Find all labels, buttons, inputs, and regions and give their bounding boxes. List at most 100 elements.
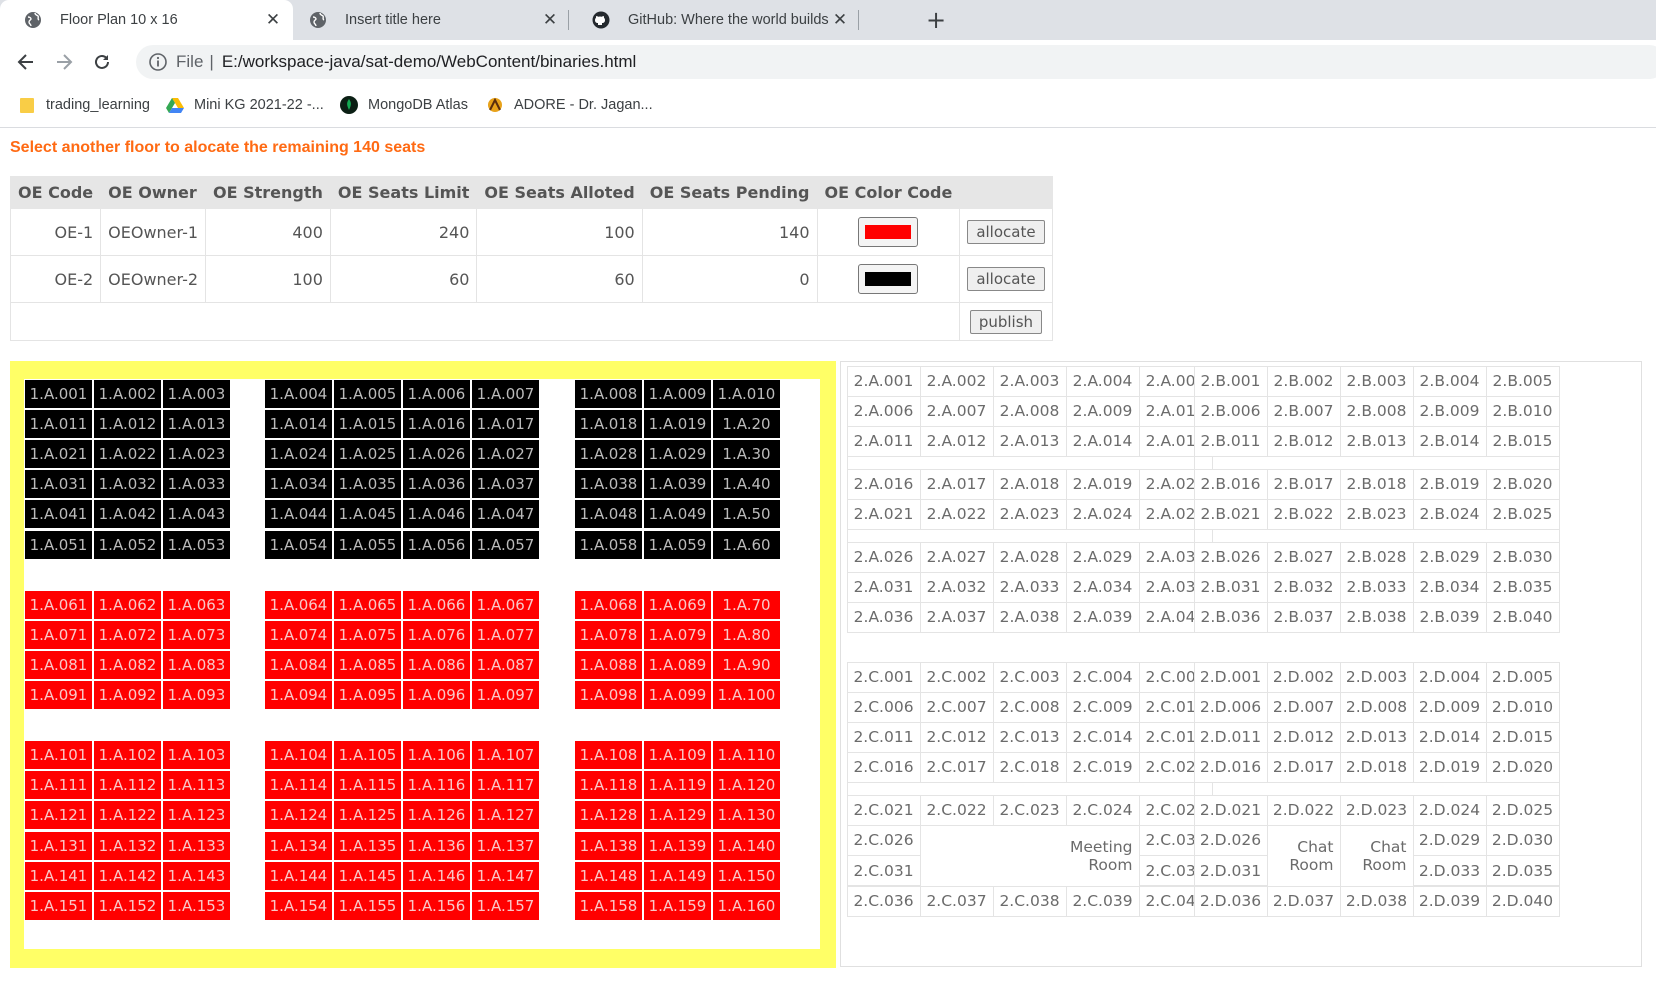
seat[interactable]: 1.A.134 [264, 830, 333, 861]
seat[interactable]: 2.D.012 [1266, 721, 1341, 753]
seat[interactable]: 2.C.019 [1065, 751, 1140, 783]
seat[interactable]: 1.A.103 [162, 740, 231, 771]
seat[interactable]: 2.B.016 [1193, 468, 1268, 500]
seat[interactable]: 1.A.017 [471, 409, 540, 440]
seat[interactable]: 1.A.153 [162, 890, 231, 921]
seat[interactable]: 1.A.125 [333, 800, 402, 831]
seat[interactable]: 2.C.012 [919, 721, 994, 753]
seat[interactable]: 1.A.009 [643, 379, 712, 409]
seat[interactable]: 2.A.034 [1065, 571, 1140, 603]
seat[interactable]: 2.D.022 [1266, 794, 1341, 826]
close-tab-icon[interactable]: ✕ [830, 10, 850, 30]
seat[interactable]: 1.A.046 [402, 499, 471, 530]
tab-floor-plan[interactable]: Floor Plan 10 x 16 ✕ [0, 0, 293, 40]
seat[interactable]: 1.A.025 [333, 439, 402, 470]
seat[interactable]: 1.A.073 [162, 619, 231, 650]
seat[interactable]: 1.A.086 [402, 649, 471, 680]
seat[interactable]: 1.A.071 [24, 619, 93, 650]
seat[interactable]: 1.A.105 [333, 740, 402, 771]
tab-github[interactable]: GitHub: Where the world builds s ✕ [568, 0, 860, 40]
seat[interactable]: 1.A.137 [471, 830, 540, 861]
close-tab-icon[interactable]: ✕ [540, 10, 560, 30]
seat[interactable]: 1.A.053 [162, 529, 231, 560]
seat[interactable]: 1.A.045 [333, 499, 402, 530]
seat[interactable]: 1.A.066 [402, 589, 471, 620]
seat[interactable]: 1.A.144 [264, 860, 333, 891]
seat[interactable]: 1.A.061 [24, 589, 93, 620]
seat[interactable]: 1.A.087 [471, 649, 540, 680]
seat[interactable]: 2.C.039 [1065, 885, 1140, 917]
chat-room[interactable]: Chat Room [1266, 824, 1341, 887]
seat[interactable]: 2.B.037 [1266, 601, 1341, 633]
seat[interactable]: 1.A.006 [402, 379, 471, 409]
seat[interactable]: 2.C.014 [1065, 721, 1140, 753]
seat[interactable]: 1.A.157 [471, 890, 540, 921]
seat[interactable]: 2.A.006 [846, 395, 921, 427]
seat[interactable]: 1.A.111 [24, 770, 93, 801]
seat[interactable]: 2.C.007 [919, 691, 994, 723]
seat[interactable]: 1.A.082 [93, 649, 162, 680]
bookmark-mini-kg[interactable]: Mini KG 2021-22 -... [166, 94, 324, 116]
floor-2-plan[interactable]: 2.A.001 2.A.002 2.A.003 2.A.004 2.A.005 2.A.0… [840, 361, 1642, 967]
seat[interactable]: 2.A.018 [992, 468, 1067, 500]
seat[interactable]: 1.A.085 [333, 649, 402, 680]
seat[interactable]: 1.A.100 [712, 680, 781, 710]
seat[interactable]: 1.A.096 [402, 680, 471, 710]
seat[interactable]: 2.A.033 [992, 571, 1067, 603]
seat[interactable]: 1.A.122 [93, 800, 162, 831]
seat[interactable]: 2.C.036 [846, 885, 921, 917]
seat[interactable]: 2.A.026 [846, 541, 921, 573]
seat[interactable]: 1.A.081 [24, 649, 93, 680]
bookmark-mongodb[interactable]: MongoDB Atlas [340, 94, 468, 116]
seat[interactable]: 1.A.115 [333, 770, 402, 801]
seat[interactable]: 1.A.116 [402, 770, 471, 801]
seat[interactable]: 2.A.028 [992, 541, 1067, 573]
seat[interactable]: 1.A.027 [471, 439, 540, 470]
seat[interactable]: 1.A.036 [402, 469, 471, 500]
seat[interactable]: 1.A.041 [24, 499, 93, 530]
seat[interactable]: 1.A.002 [93, 379, 162, 409]
seat[interactable]: 1.A.098 [574, 680, 643, 710]
publish-button[interactable]: publish [969, 309, 1043, 334]
seat[interactable]: 2.A.011 [846, 425, 921, 457]
seat[interactable]: 2.A.027 [919, 541, 994, 573]
seat[interactable]: 2.B.003 [1339, 365, 1414, 397]
seat[interactable]: 2.C.001 [846, 661, 921, 693]
seat[interactable]: 2.B.001 [1193, 365, 1268, 397]
seat[interactable]: 1.A.067 [471, 589, 540, 620]
seat[interactable]: 1.A.160 [712, 890, 781, 921]
seat[interactable]: 1.A.151 [24, 890, 93, 921]
seat[interactable]: 1.A.126 [402, 800, 471, 831]
seat[interactable]: 2.A.036 [846, 601, 921, 633]
seat[interactable]: 2.A.021 [846, 498, 921, 530]
seat[interactable]: 1.A.089 [643, 649, 712, 680]
seat[interactable]: 1.A.127 [471, 800, 540, 831]
seat[interactable]: 2.D.013 [1339, 721, 1414, 753]
seat[interactable]: 1.A.139 [643, 830, 712, 861]
seat[interactable]: 2.B.011 [1193, 425, 1268, 457]
seat[interactable]: 1.A.101 [24, 740, 93, 771]
seat[interactable]: 1.A.010 [712, 379, 781, 409]
seat[interactable]: 1.A.033 [162, 469, 231, 500]
bookmark-trading-learning[interactable]: trading_learning [18, 94, 150, 116]
seat[interactable]: 1.A.007 [471, 379, 540, 409]
seat[interactable]: 2.B.039 [1412, 601, 1487, 633]
seat[interactable]: 1.A.059 [643, 529, 712, 560]
seat[interactable]: 2.C.023 [992, 794, 1067, 826]
seat[interactable]: 2.B.040 [1485, 601, 1560, 633]
color-picker[interactable] [858, 217, 919, 247]
seat[interactable]: 1.A.077 [471, 619, 540, 650]
seat[interactable]: 1.A.012 [93, 409, 162, 440]
seat[interactable]: 2.B.019 [1412, 468, 1487, 500]
seat[interactable]: 1.A.112 [93, 770, 162, 801]
seat[interactable]: 1.A.093 [162, 680, 231, 710]
seat[interactable]: 2.B.005 [1485, 365, 1560, 397]
seat[interactable]: 2.B.024 [1412, 498, 1487, 530]
seat[interactable]: 1.A.140 [712, 830, 781, 861]
seat[interactable]: 1.A.022 [93, 439, 162, 470]
seat[interactable]: 1.A.118 [574, 770, 643, 801]
seat[interactable]: 1.A.062 [93, 589, 162, 620]
seat[interactable]: 2.A.037 [919, 601, 994, 633]
seat[interactable]: 1.A.092 [93, 680, 162, 710]
floor-1-plan[interactable]: 1.A.001 1.A.002 1.A.003 1.A.004 1.A.005 1.A.0… [10, 361, 836, 968]
